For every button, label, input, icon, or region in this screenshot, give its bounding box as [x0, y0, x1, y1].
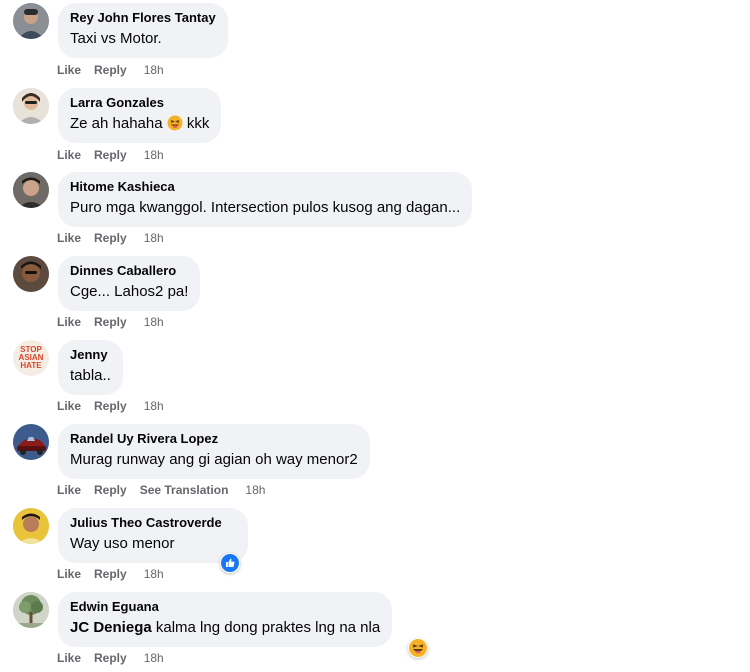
- like-button[interactable]: Like: [57, 231, 81, 245]
- avatar[interactable]: [13, 3, 49, 39]
- timestamp[interactable]: 18h: [144, 231, 164, 245]
- like-button[interactable]: Like: [57, 399, 81, 413]
- comment-actions: Like Reply 18h: [57, 566, 164, 582]
- comment-bubble: Larra Gonzales Ze ah hahaha kkk: [58, 88, 222, 143]
- comment-actions: Like Reply 18h: [57, 147, 164, 163]
- comment-author[interactable]: Edwin Eguana: [70, 599, 380, 615]
- see-translation-button[interactable]: See Translation: [140, 483, 229, 497]
- comment-text: Puro mga kwanggol. Intersection pulos ku…: [70, 199, 461, 216]
- comment-author[interactable]: Dinnes Caballero: [70, 263, 188, 279]
- like-button[interactable]: Like: [57, 567, 81, 581]
- comment-actions: Like Reply 18h: [57, 62, 164, 78]
- avatar[interactable]: [13, 256, 49, 292]
- comment-actions: Like Reply 18h: [57, 398, 164, 414]
- comment-text: Taxi vs Motor.: [70, 30, 162, 47]
- comment-text-part: Ze ah hahaha: [70, 115, 163, 132]
- timestamp[interactable]: 18h: [144, 63, 164, 77]
- reply-button[interactable]: Reply: [94, 567, 127, 581]
- comment-author[interactable]: Rey John Flores Tantay: [70, 10, 216, 26]
- comment-author[interactable]: Jenny: [70, 347, 111, 363]
- like-button[interactable]: Like: [57, 651, 81, 665]
- timestamp[interactable]: 18h: [144, 567, 164, 581]
- avatar[interactable]: [13, 508, 49, 544]
- comment-bubble: Jenny tabla..: [58, 340, 123, 395]
- car-avatar[interactable]: [13, 424, 49, 460]
- comment-text-part: kalma lng dong praktes lng na nla: [151, 619, 381, 636]
- avatar[interactable]: [13, 172, 49, 208]
- comment-bubble: Dinnes Caballero Cge... Lahos2 pa!: [58, 256, 201, 311]
- timestamp[interactable]: 18h: [144, 315, 164, 329]
- comment-text: tabla..: [70, 367, 111, 384]
- comment-author[interactable]: Randel Uy Rivera Lopez: [70, 431, 358, 447]
- like-button[interactable]: Like: [57, 63, 81, 77]
- comment-text: Cge... Lahos2 pa!: [70, 283, 189, 300]
- comment-author[interactable]: Larra Gonzales: [70, 95, 209, 111]
- timestamp[interactable]: 18h: [144, 399, 164, 413]
- comment-bubble: Rey John Flores Tantay Taxi vs Motor.: [58, 3, 228, 58]
- avatar-text: HATE: [20, 361, 42, 370]
- comment-text: Ze ah hahaha kkk: [70, 113, 209, 135]
- comment-author[interactable]: Hitome Kashieca: [70, 179, 460, 195]
- tree-avatar[interactable]: [13, 592, 49, 628]
- comment-text: Way uso menor: [70, 535, 175, 552]
- reply-button[interactable]: Reply: [94, 483, 127, 497]
- reply-button[interactable]: Reply: [94, 399, 127, 413]
- comment-actions: Like Reply 18h: [57, 650, 164, 666]
- reply-button[interactable]: Reply: [94, 651, 127, 665]
- comment-bubble: Edwin Eguana JC Deniega kalma lng dong p…: [58, 592, 393, 647]
- like-button[interactable]: Like: [57, 483, 81, 497]
- reply-button[interactable]: Reply: [94, 148, 127, 162]
- comment-bubble: Hitome Kashieca Puro mga kwanggol. Inter…: [58, 172, 473, 227]
- mention-link[interactable]: JC Deniega: [70, 619, 152, 636]
- timestamp[interactable]: 18h: [245, 483, 265, 497]
- squinting-tongue-emoji: [167, 115, 183, 131]
- comment-text: JC Deniega kalma lng dong praktes lng na…: [70, 617, 380, 639]
- timestamp[interactable]: 18h: [144, 148, 164, 162]
- comment-bubble: Randel Uy Rivera Lopez Murag runway ang …: [58, 424, 370, 479]
- thumbs-up-icon: [221, 554, 239, 572]
- haha-reaction[interactable]: [408, 638, 428, 658]
- like-button[interactable]: Like: [57, 148, 81, 162]
- comment-actions: Like Reply 18h: [57, 230, 164, 246]
- comment-actions: Like Reply See Translation 18h: [57, 482, 265, 498]
- haha-icon: [409, 639, 427, 657]
- like-reaction[interactable]: [220, 553, 240, 573]
- comment-text-part: kkk: [186, 115, 210, 132]
- comment-bubble: Julius Theo Castroverde Way uso menor: [58, 508, 248, 563]
- comment-actions: Like Reply 18h: [57, 314, 164, 330]
- reply-button[interactable]: Reply: [94, 231, 127, 245]
- reply-button[interactable]: Reply: [94, 63, 127, 77]
- avatar[interactable]: [13, 88, 49, 124]
- like-button[interactable]: Like: [57, 315, 81, 329]
- reply-button[interactable]: Reply: [94, 315, 127, 329]
- comment-text: Murag runway ang gi agian oh way menor2: [70, 451, 358, 468]
- timestamp[interactable]: 18h: [144, 651, 164, 665]
- comment-author[interactable]: Julius Theo Castroverde: [70, 515, 222, 531]
- stop-asian-hate-avatar[interactable]: STOP ASIAN HATE: [13, 340, 49, 376]
